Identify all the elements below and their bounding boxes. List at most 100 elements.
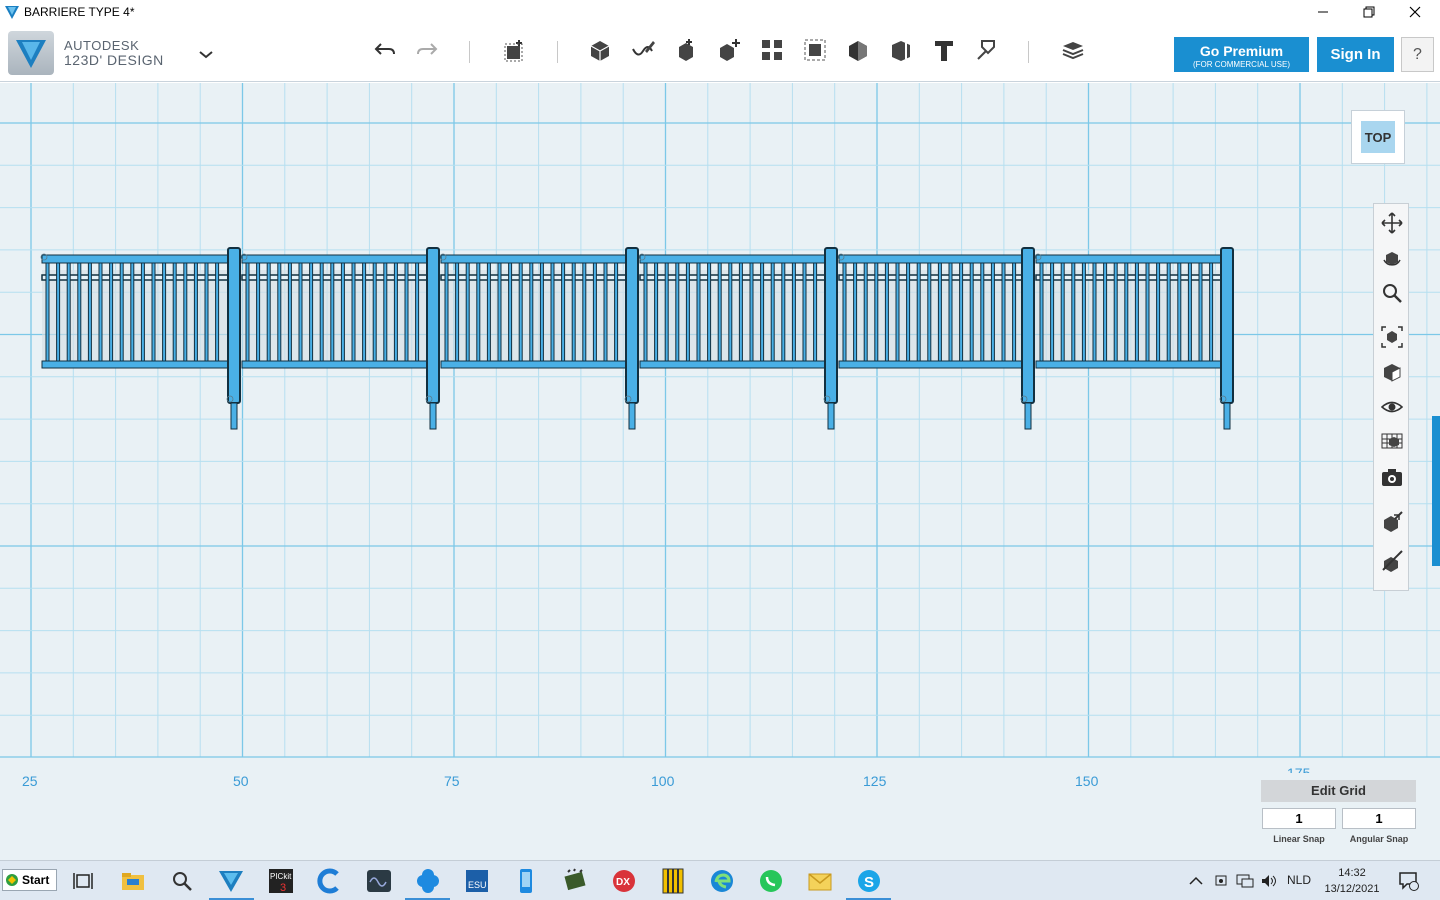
edit-grid-button[interactable]: Edit Grid	[1261, 780, 1416, 802]
fence-baluster	[884, 262, 889, 362]
start-button[interactable]: Start	[2, 869, 57, 891]
task-view-icon[interactable]	[68, 866, 98, 896]
transform-icon[interactable]	[500, 35, 530, 65]
fence-baluster	[937, 262, 942, 362]
modify-icon[interactable]	[714, 35, 744, 65]
pickit3-icon[interactable]: PICkit 3	[266, 866, 296, 896]
grid-axis-label: 25	[22, 773, 38, 789]
fence-post-leg	[628, 402, 636, 430]
undo-icon[interactable]	[370, 35, 400, 65]
fence-baluster	[98, 262, 103, 362]
close-button[interactable]	[1392, 0, 1438, 23]
edge-icon[interactable]	[707, 866, 737, 896]
clock-date: 13/12/2021	[1324, 883, 1380, 895]
grid-axis-label: 75	[444, 773, 460, 789]
search-icon[interactable]	[167, 866, 197, 896]
archive-icon[interactable]	[658, 866, 688, 896]
minimize-button[interactable]	[1300, 0, 1346, 23]
3d-viewport[interactable]: TOP 25 50 75 100 125 150 175 Edit Grid L…	[0, 83, 1440, 860]
mail-icon[interactable]	[805, 866, 835, 896]
go-premium-label: Go Premium	[1199, 42, 1284, 59]
blue-app-icon[interactable]	[413, 866, 443, 896]
combine-icon[interactable]	[843, 35, 873, 65]
grid-axis-label: 100	[651, 773, 675, 789]
grouping-icon[interactable]	[800, 35, 830, 65]
screenshot-icon[interactable]	[1379, 464, 1405, 490]
visibility-icon[interactable]	[1379, 394, 1405, 420]
fence-baluster	[916, 262, 921, 362]
go-premium-button[interactable]: Go Premium (FOR COMMERCIAL USE)	[1174, 37, 1309, 72]
fence-baluster	[603, 262, 608, 362]
fence-baluster	[393, 262, 398, 362]
text-icon[interactable]	[929, 35, 959, 65]
orbit-icon[interactable]	[1379, 245, 1405, 271]
fence-baluster	[362, 262, 367, 362]
fence-baluster	[183, 262, 188, 362]
fence-baluster	[813, 262, 818, 362]
pattern-icon[interactable]	[757, 35, 787, 65]
grid-settings-icon[interactable]	[1379, 509, 1405, 535]
circuit-app-icon[interactable]	[560, 866, 590, 896]
show-hidden-icons-icon[interactable]	[1186, 871, 1206, 891]
svg-text:DX: DX	[616, 877, 630, 888]
123d-design-icon[interactable]	[216, 866, 246, 896]
measure-icon[interactable]	[886, 35, 916, 65]
fence-post-leg	[429, 402, 437, 430]
whatsapp-icon[interactable]	[756, 866, 786, 896]
redo-icon[interactable]	[412, 35, 442, 65]
view-cube[interactable]: TOP	[1351, 110, 1405, 164]
snap-icon[interactable]	[972, 35, 1002, 65]
angular-snap-input[interactable]	[1342, 808, 1416, 829]
fence-bottom-rail	[241, 360, 428, 369]
fence-baluster	[738, 262, 743, 362]
linear-snap-input[interactable]	[1262, 808, 1336, 829]
app-brand[interactable]: AUTODESK 123D' DESIGN	[8, 31, 164, 75]
side-panel-tab[interactable]	[1432, 416, 1440, 566]
device-tray-icon[interactable]	[1211, 871, 1231, 891]
restore-button[interactable]	[1346, 0, 1392, 23]
fence-post	[426, 247, 440, 404]
network-icon[interactable]	[1235, 871, 1255, 891]
fence-post	[1021, 247, 1035, 404]
clock[interactable]: 14:32 13/12/2021	[1320, 865, 1384, 897]
notifications-icon[interactable]	[1398, 871, 1420, 891]
materials-outlines-icon[interactable]	[1379, 428, 1405, 454]
fence-baluster	[1177, 262, 1182, 362]
phone-app-icon[interactable]	[511, 866, 541, 896]
pan-icon[interactable]	[1379, 210, 1405, 236]
grid-axis-label: 50	[233, 773, 249, 789]
skype-icon[interactable]: S	[854, 866, 884, 896]
volume-icon[interactable]	[1259, 871, 1279, 891]
help-button[interactable]: ?	[1401, 37, 1434, 72]
fit-icon[interactable]	[1379, 324, 1405, 350]
fence-baluster	[550, 262, 555, 362]
zoom-icon[interactable]	[1379, 280, 1405, 306]
dx-icon[interactable]: DX	[609, 866, 639, 896]
fence-baluster	[582, 262, 587, 362]
fence-baluster	[948, 262, 953, 362]
snap-tool-icon[interactable]	[1379, 548, 1405, 574]
fence-baluster	[66, 262, 71, 362]
fence-top-rail	[241, 254, 428, 264]
views-icon[interactable]	[1379, 359, 1405, 385]
file-explorer-icon[interactable]	[118, 866, 148, 896]
sign-in-button[interactable]: Sign In	[1317, 37, 1394, 72]
construct-icon[interactable]	[671, 35, 701, 65]
app-menu-chevron-icon[interactable]	[196, 47, 216, 63]
osc-app-icon[interactable]	[364, 866, 394, 896]
language-indicator[interactable]: NLD	[1287, 873, 1311, 887]
fence-baluster	[1050, 262, 1055, 362]
esu-icon[interactable]: ESU	[462, 866, 492, 896]
material-icon[interactable]	[1058, 35, 1088, 65]
ccleaner-icon[interactable]	[315, 866, 345, 896]
fence-top-rail	[41, 254, 229, 264]
fence-baluster	[87, 262, 92, 362]
fence-top-rail	[1035, 254, 1222, 264]
sketch-icon[interactable]	[628, 35, 658, 65]
fence-post-leg	[827, 402, 835, 430]
fence-baluster	[351, 262, 356, 362]
fence-baluster	[256, 262, 261, 362]
fence-baluster	[497, 262, 502, 362]
primitives-icon[interactable]	[585, 35, 615, 65]
fence-baluster	[1166, 262, 1171, 362]
